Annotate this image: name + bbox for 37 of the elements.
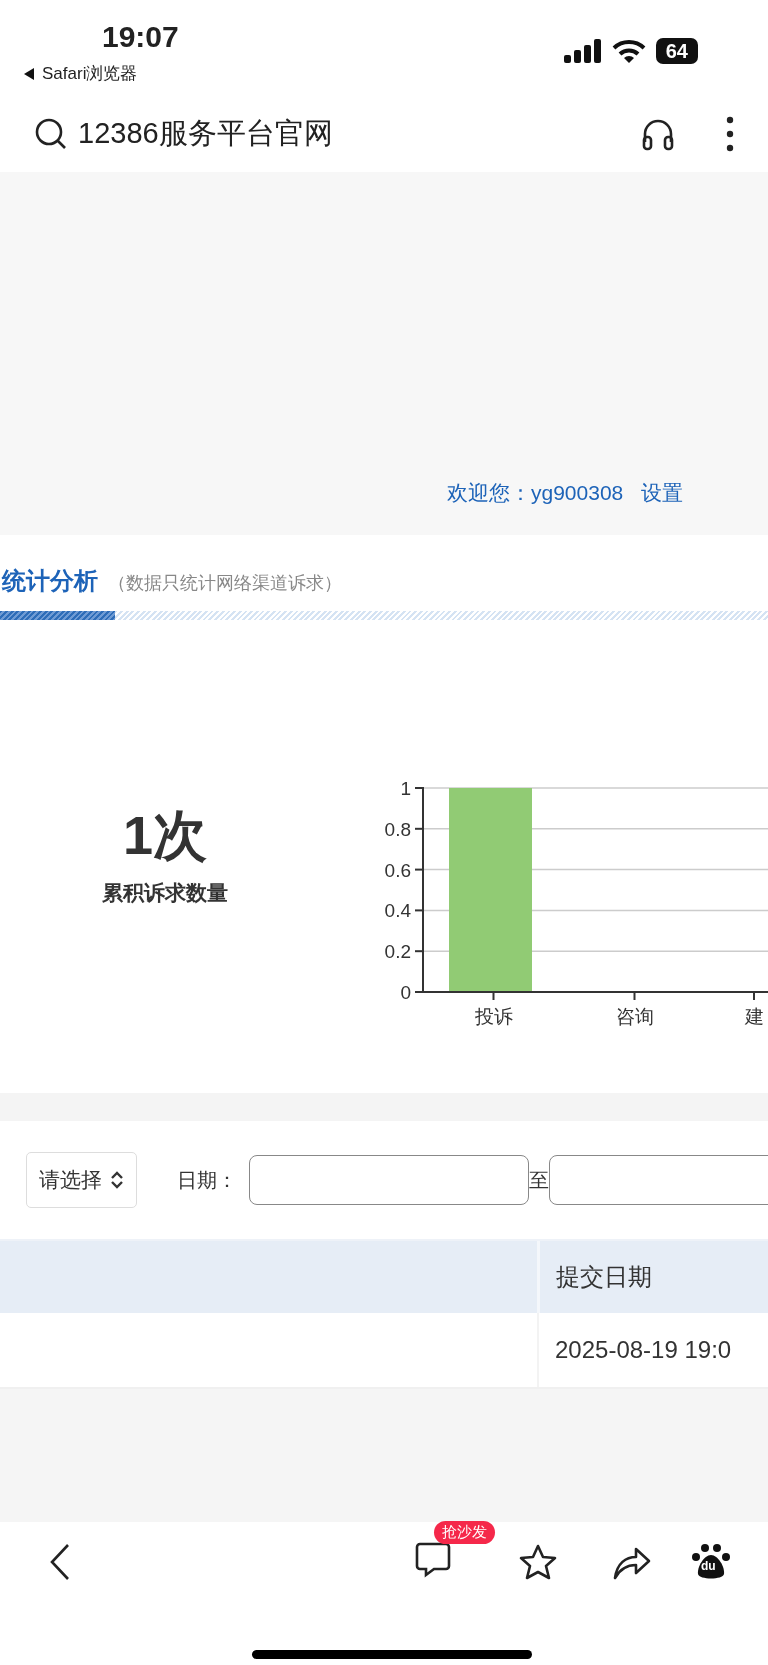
y-tick-label: 0.4 <box>384 900 411 922</box>
more-menu-icon[interactable] <box>726 115 734 152</box>
y-tick-label: 1 <box>400 778 411 799</box>
table-cell-text: 2025-08-19 19:0 <box>554 1335 732 1365</box>
comment-icon[interactable] <box>414 1541 452 1579</box>
total-label: 累积诉求数量 <box>102 880 228 906</box>
back-chevron-icon[interactable] <box>48 1542 72 1582</box>
y-tick-label: 0 <box>400 982 411 1003</box>
total-count: 1次 <box>122 804 207 867</box>
section-note: （数据只统计网络渠道诉求） <box>108 572 342 595</box>
column-header: 提交日期 <box>555 1262 652 1292</box>
x-category-label: 咨询 <box>615 1006 654 1027</box>
logo-text: du <box>701 1559 716 1573</box>
range-separator: 至 <box>529 1167 549 1193</box>
y-tick-label: 0.8 <box>384 818 411 840</box>
wifi-icon <box>611 38 646 64</box>
end-date-field[interactable] <box>549 1155 768 1205</box>
clock-time: 19:07 <box>102 20 179 54</box>
star-icon[interactable] <box>518 1543 558 1581</box>
x-category-label: 投诉 <box>474 1006 513 1027</box>
type-dropdown[interactable]: 请选择 <box>26 1152 137 1208</box>
search-icon <box>34 116 68 151</box>
welcome-username: 欢迎您：yg900308 <box>447 480 624 506</box>
comment-badge: 抢沙发 <box>434 1521 495 1544</box>
y-tick-label: 0.6 <box>384 859 411 881</box>
settings-link[interactable]: 设置 <box>641 479 684 507</box>
signal-icon <box>563 39 602 63</box>
date-label: 日期： <box>177 1167 237 1193</box>
battery-level: 64 <box>655 38 698 64</box>
up-down-chevron-icon <box>110 1170 124 1190</box>
back-to-app-link[interactable]: Safari浏览器 <box>42 62 138 85</box>
y-tick-label: 0.2 <box>384 941 411 963</box>
search-query[interactable]: 12386服务平台官网 <box>78 113 630 154</box>
x-category-label: 建 <box>744 1006 764 1027</box>
start-date-field[interactable] <box>249 1155 529 1205</box>
section-title: 统计分析 <box>2 566 98 596</box>
back-triangle-icon[interactable] <box>22 66 36 81</box>
